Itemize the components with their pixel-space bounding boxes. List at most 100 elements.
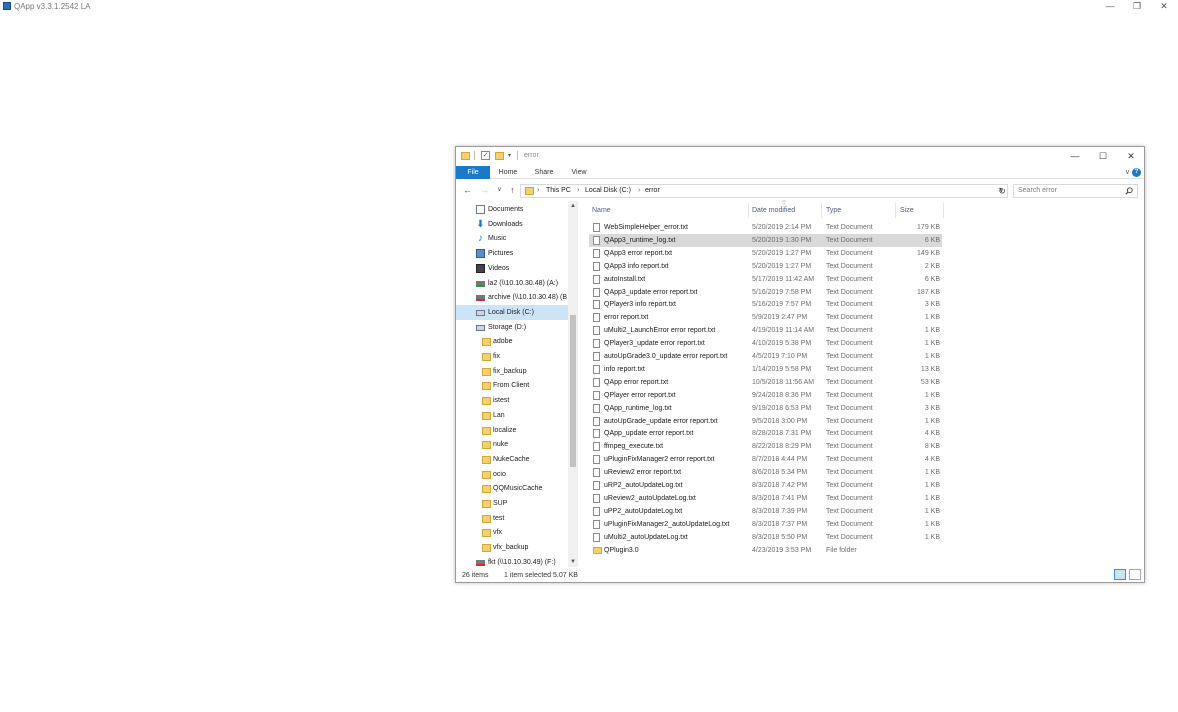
network-drive-disconnected-icon	[476, 559, 485, 566]
file-row[interactable]: QApp error report.txt 10/5/2018 11:56 AM T…	[589, 376, 942, 389]
tab-home[interactable]: Home	[494, 166, 522, 179]
sidebar-item[interactable]: fkt (\\10.10.30.49) (F:)	[456, 555, 568, 567]
sidebar-item[interactable]: vfx	[456, 525, 568, 540]
sidebar-item[interactable]: vfx_backup	[456, 540, 568, 555]
sidebar-item[interactable]: fix_backup	[456, 364, 568, 379]
folder-icon	[482, 485, 491, 494]
help-icon[interactable]: ?	[1132, 168, 1141, 177]
file-row[interactable]: QPlayer3 info report.txt 5/16/2019 7:57 P…	[589, 298, 942, 311]
file-row[interactable]: ffmpeg_execute.txt 8/22/2018 8:29 PM Text …	[589, 440, 942, 453]
column-type[interactable]: Type	[826, 203, 841, 218]
file-row[interactable]: error report.txt 5/9/2019 2:47 PM Text Doc…	[589, 311, 942, 324]
sidebar-item[interactable]: Documents	[456, 202, 568, 217]
file-type: Text Document	[826, 314, 873, 322]
file-type: Text Document	[826, 236, 873, 244]
file-row[interactable]: info report.txt 1/14/2019 5:58 PM Text Doc…	[589, 363, 942, 376]
breadcrumb-local-disk[interactable]: Local Disk (C:)	[585, 185, 631, 197]
file-row[interactable]: QApp3 info report.txt 5/20/2019 1:27 PM Te…	[589, 260, 942, 273]
column-size[interactable]: Size	[900, 203, 914, 218]
recent-locations-button[interactable]: ∨	[493, 184, 506, 197]
sidebar-item[interactable]: QQMusicCache	[456, 481, 568, 496]
file-row[interactable]: QApp3 error report.txt 5/20/2019 1:27 PM T…	[589, 247, 942, 260]
app-restore-button[interactable]: ❐	[1123, 0, 1151, 14]
file-row[interactable]: uRP2_autoUpdateLog.txt 8/3/2018 7:42 PM Te…	[589, 479, 942, 492]
customize-quick-access-icon[interactable]: ▾	[508, 152, 511, 162]
breadcrumb-this-pc[interactable]: This PC	[546, 185, 571, 197]
explorer-maximize-button[interactable]: ☐	[1089, 149, 1117, 163]
file-row[interactable]: QApp3_runtime_log.txt 5/20/2019 1:30 PM Te…	[589, 233, 942, 247]
sidebar-item[interactable]: Lan	[456, 408, 568, 423]
file-size: 6 KB	[924, 275, 940, 283]
sidebar-item[interactable]: ♪ Music	[456, 231, 568, 246]
scroll-up-icon[interactable]: ▲	[568, 201, 578, 211]
sidebar-item[interactable]: NukeCache	[456, 452, 568, 467]
tab-view[interactable]: View	[565, 166, 593, 179]
scrollbar-thumb[interactable]	[570, 315, 576, 467]
file-row[interactable]: uPluginFixManager2 error report.txt 8/7/2…	[589, 453, 942, 466]
address-bar[interactable]: › This PC › Local Disk (C:) › error ∨	[520, 184, 1008, 198]
tab-share[interactable]: Share	[530, 166, 558, 179]
search-input[interactable]: Search error	[1018, 187, 1057, 194]
sidebar-item[interactable]: nuke	[456, 437, 568, 452]
sidebar-item[interactable]: Storage (D:)	[456, 320, 568, 335]
expand-ribbon-icon[interactable]: ∨	[1125, 168, 1130, 176]
large-icons-view-icon[interactable]	[1129, 569, 1141, 580]
column-name[interactable]: Name	[592, 203, 611, 218]
file-row[interactable]: uPluginFixManager2_autoUpdateLog.txt 8/3/…	[589, 518, 942, 531]
file-row[interactable]: uMulti2_LaunchError error report.txt 4/19…	[589, 324, 942, 337]
file-row[interactable]: QApp_update error report.txt 8/28/2018 7:…	[589, 427, 942, 440]
file-row[interactable]: QPlayer3_update error report.txt 4/10/201…	[589, 337, 942, 350]
sidebar-item[interactable]: ⬇ Downloads	[456, 217, 568, 232]
sidebar-item[interactable]: localize	[456, 423, 568, 438]
sidebar-item[interactable]: Local Disk (C:)	[456, 304, 568, 320]
explorer-close-button[interactable]: ✕	[1117, 149, 1145, 163]
file-row[interactable]: QApp_runtime_log.txt 9/19/2018 6:53 PM Tex…	[589, 402, 942, 415]
file-row[interactable]: WebSimpleHelper_error.txt 5/20/2019 2:14 …	[589, 221, 942, 234]
column-divider[interactable]	[821, 203, 822, 218]
column-date-modified[interactable]: Date modified	[752, 203, 795, 218]
sidebar-item[interactable]: istest	[456, 393, 568, 408]
file-row[interactable]: QApp3_update error report.txt 5/16/2019 7…	[589, 286, 942, 299]
back-button[interactable]: ←	[461, 184, 474, 197]
file-row[interactable]: uPP2_autoUpdateLog.txt 8/3/2018 7:39 PM Te…	[589, 505, 942, 518]
file-row[interactable]: uReview2 error report.txt 8/6/2018 5:34 P…	[589, 466, 942, 479]
file-row[interactable]: QPlayer error report.txt 9/24/2018 8:36 P…	[589, 389, 942, 402]
column-divider[interactable]	[895, 203, 896, 218]
file-row[interactable]: autoUpGrade3.0_update error report.txt 4/…	[589, 350, 942, 363]
scroll-down-icon[interactable]: ▼	[568, 557, 578, 567]
details-view-icon[interactable]	[1114, 569, 1126, 580]
column-divider[interactable]	[748, 203, 749, 218]
sidebar-item[interactable]: Pictures	[456, 246, 568, 261]
properties-quick-icon[interactable]: ✓	[481, 151, 490, 160]
sidebar-item[interactable]: ocio	[456, 467, 568, 482]
app-minimize-button[interactable]: —	[1096, 0, 1124, 14]
sidebar-item[interactable]: SUP	[456, 496, 568, 511]
column-divider[interactable]	[943, 203, 944, 218]
app-close-button[interactable]: ✕	[1150, 0, 1178, 14]
sidebar-item[interactable]: adobe	[456, 334, 568, 349]
sidebar-item[interactable]: Videos	[456, 261, 568, 276]
file-row[interactable]: autoInstall.txt 5/17/2019 11:42 AM Text Do…	[589, 273, 942, 286]
sidebar-item[interactable]: test	[456, 511, 568, 526]
tab-file[interactable]: File	[456, 166, 490, 179]
sidebar-item[interactable]: archive (\\10.10.30.48) (B	[456, 290, 568, 305]
file-date: 4/5/2019 7:10 PM	[752, 353, 808, 360]
file-row[interactable]: uReview2_autoUpdateLog.txt 8/3/2018 7:41 …	[589, 492, 942, 505]
navigation-pane-scrollbar[interactable]: ▲ ▼	[568, 201, 578, 567]
file-row[interactable]: autoUpGrade_update error report.txt 9/5/2…	[589, 415, 942, 428]
file-row[interactable]: QPlugin3.0 4/23/2019 3:53 PM File folder	[589, 544, 942, 557]
file-row[interactable]: uMulti2_autoUpdateLog.txt 8/3/2018 5:50 P…	[589, 531, 942, 544]
up-button[interactable]: ↑	[506, 184, 519, 197]
chevron-right-icon[interactable]: ›	[638, 185, 640, 197]
forward-button[interactable]: →	[478, 184, 491, 197]
chevron-right-icon[interactable]: ›	[577, 185, 579, 197]
refresh-button[interactable]: ↻	[995, 184, 1009, 198]
breadcrumb-error[interactable]: error	[645, 185, 660, 197]
sidebar-item[interactable]: fix	[456, 349, 568, 364]
sidebar-item[interactable]: la2 (\\10.10.30.48) (A:)	[456, 276, 568, 291]
new-folder-quick-icon[interactable]	[495, 152, 504, 160]
search-icon[interactable]	[1125, 187, 1133, 195]
explorer-minimize-button[interactable]: —	[1061, 149, 1089, 163]
sidebar-item[interactable]: From Client	[456, 378, 568, 393]
search-box[interactable]: Search error	[1013, 184, 1138, 198]
